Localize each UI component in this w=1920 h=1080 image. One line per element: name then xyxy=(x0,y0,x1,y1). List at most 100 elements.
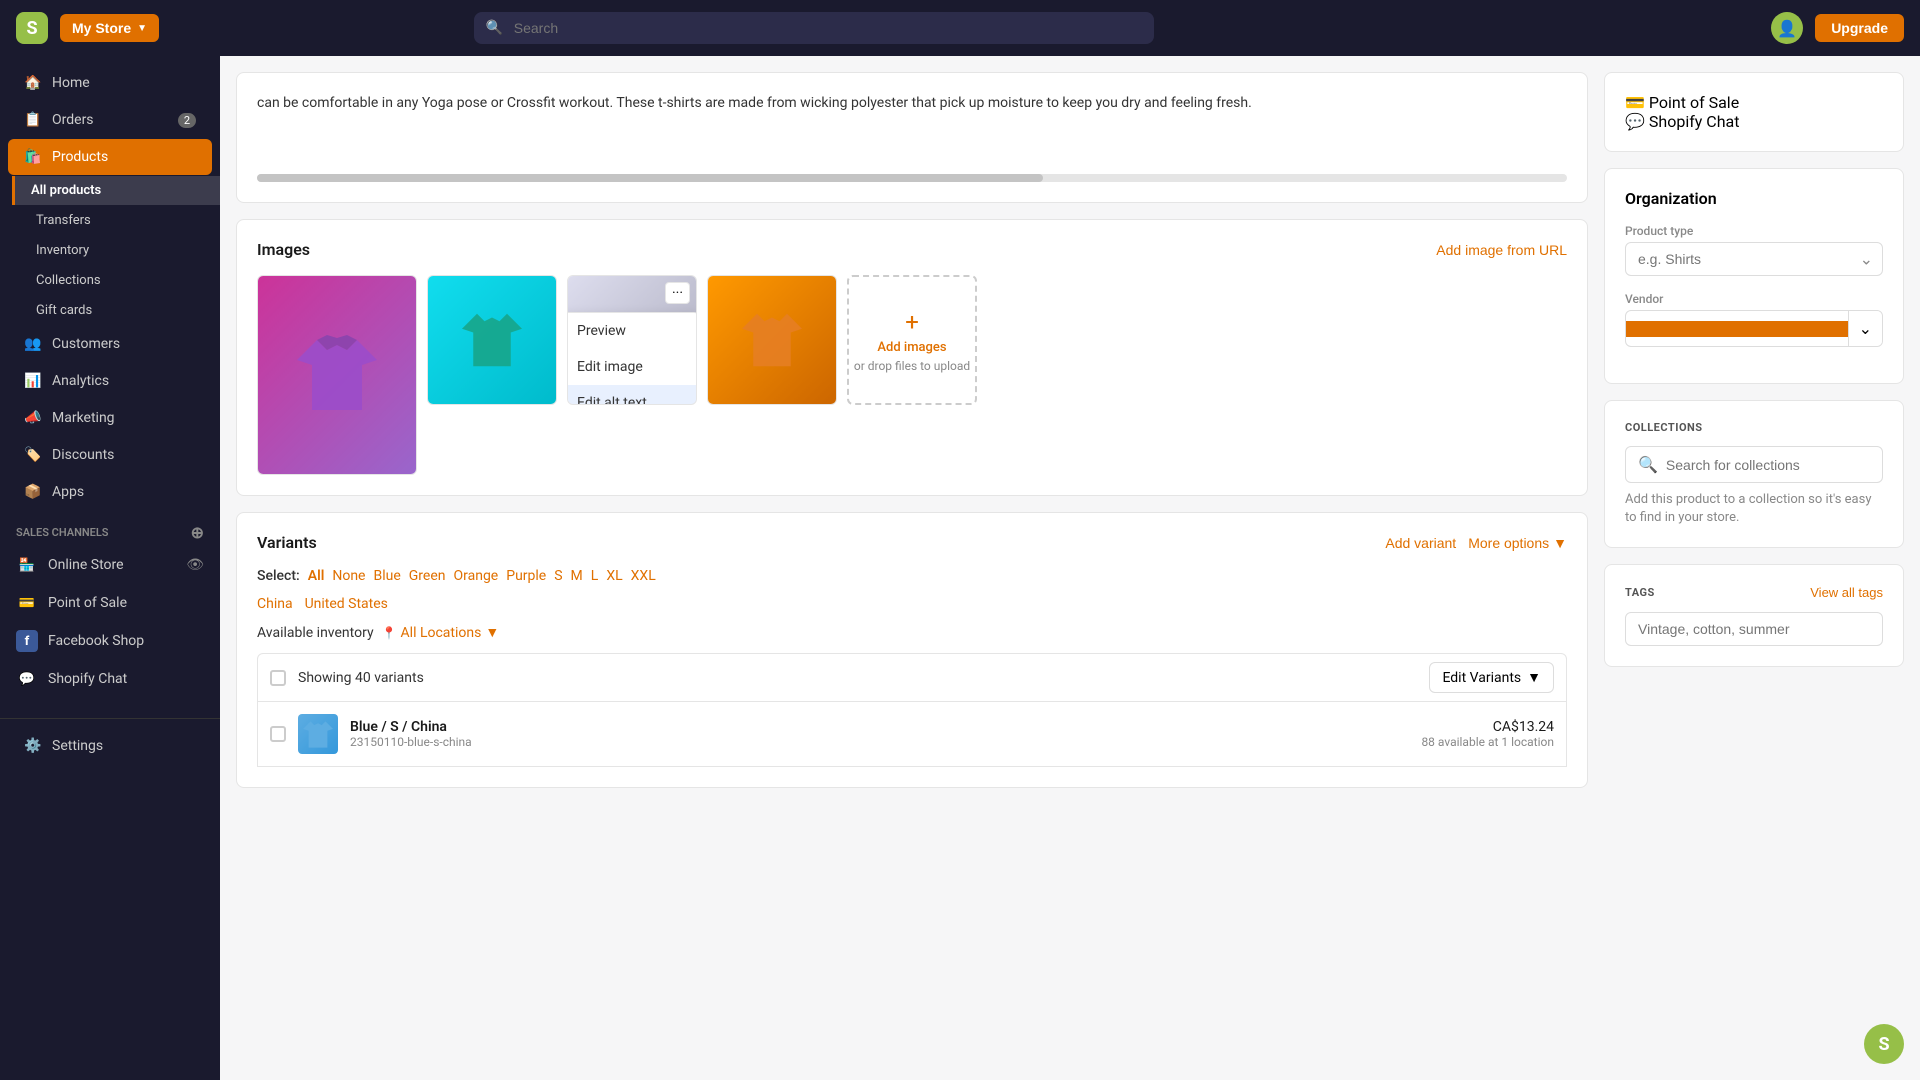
add-images-dropzone[interactable]: + Add images or drop files to upload xyxy=(847,275,977,405)
orders-icon: 📋 xyxy=(24,112,42,128)
sales-channels-section: SALES CHANNELS ⊕ xyxy=(0,511,220,546)
variant-sku: 23150110-blue-s-china xyxy=(350,735,1409,749)
view-all-tags-button[interactable]: View all tags xyxy=(1810,585,1883,600)
upgrade-button[interactable]: Upgrade xyxy=(1815,14,1904,42)
sidebar: 🏠 Home 📋 Orders 2 🛍️ Products All produc… xyxy=(0,56,220,1080)
sidebar-item-inventory[interactable]: Inventory xyxy=(20,236,212,265)
sidebar-item-discounts[interactable]: 🏷️ Discounts xyxy=(8,437,212,473)
scrollbar[interactable] xyxy=(257,174,1567,182)
select-label: Select: xyxy=(257,568,300,584)
channel-label: Point of Sale xyxy=(1649,93,1739,112)
collections-hint: Add this product to a collection so it's… xyxy=(1625,491,1883,527)
product-type-input[interactable] xyxy=(1625,242,1883,276)
select-blue[interactable]: Blue xyxy=(373,568,400,584)
variant-tshirt-icon xyxy=(303,717,333,752)
variant-row-checkbox[interactable] xyxy=(270,726,286,742)
scrollbar-thumb xyxy=(257,174,1043,182)
eye-icon[interactable]: 👁 xyxy=(186,557,204,573)
sidebar-item-orders[interactable]: 📋 Orders 2 xyxy=(8,102,212,138)
sidebar-item-gift-cards[interactable]: Gift cards xyxy=(20,296,212,325)
variant-info: Blue / S / China 23150110-blue-s-china xyxy=(350,719,1409,749)
select-green[interactable]: Green xyxy=(409,568,446,584)
main-layout: 🏠 Home 📋 Orders 2 🛍️ Products All produc… xyxy=(0,56,1920,1080)
home-icon: 🏠 xyxy=(24,75,42,91)
product-type-label: Product type xyxy=(1625,224,1883,238)
select-xxl[interactable]: XXL xyxy=(631,568,656,584)
sidebar-item-customers[interactable]: 👥 Customers xyxy=(8,326,212,362)
avatar-icon: 👤 xyxy=(1777,19,1797,38)
collections-search-input[interactable] xyxy=(1666,457,1870,473)
images-header: Images Add image from URL xyxy=(257,240,1567,259)
select-none[interactable]: None xyxy=(332,568,365,584)
sales-channels-card: 💳 Point of Sale 💬 Shopify Chat xyxy=(1604,72,1904,152)
add-variant-button[interactable]: Add variant xyxy=(1385,535,1456,551)
sidebar-item-collections[interactable]: Collections xyxy=(20,266,212,295)
sidebar-item-home[interactable]: 🏠 Home xyxy=(8,65,212,101)
sidebar-item-facebook-shop[interactable]: f Facebook Shop xyxy=(0,622,220,660)
more-options-button[interactable]: More options ▼ xyxy=(1468,535,1567,551)
sidebar-item-apps[interactable]: 📦 Apps xyxy=(8,474,212,510)
select-l[interactable]: L xyxy=(591,568,599,584)
channel-label: Point of Sale xyxy=(48,595,127,611)
all-locations-chip[interactable]: 📍 All Locations ▼ xyxy=(382,624,500,641)
tags-input[interactable] xyxy=(1625,612,1883,646)
sidebar-item-label: Discounts xyxy=(52,447,114,463)
edit-variants-button[interactable]: Edit Variants ▼ xyxy=(1429,662,1554,693)
sidebar-item-analytics[interactable]: 📊 Analytics xyxy=(8,363,212,399)
country-china[interactable]: China xyxy=(257,596,293,612)
content-area: can be comfortable in any Yoga pose or C… xyxy=(220,56,1920,804)
variant-name: Blue / S / China xyxy=(350,719,1409,735)
search-bar: 🔍 xyxy=(474,12,1154,44)
select-all[interactable]: All xyxy=(308,568,325,584)
sidebar-item-all-products[interactable]: All products xyxy=(12,176,220,205)
select-all-checkbox[interactable] xyxy=(270,670,286,686)
sidebar-item-marketing[interactable]: 📣 Marketing xyxy=(8,400,212,436)
sidebar-item-shopify-chat[interactable]: 💬 Shopify Chat xyxy=(0,660,220,698)
context-menu-edit-alt-text[interactable]: Edit alt text xyxy=(567,385,697,405)
channel-pos: 💳 Point of Sale xyxy=(1625,93,1883,112)
all-locations-label: All Locations xyxy=(401,625,482,641)
orders-badge: 2 xyxy=(178,113,196,128)
variant-image xyxy=(298,714,338,754)
search-input[interactable] xyxy=(474,12,1154,44)
sidebar-item-transfers[interactable]: Transfers xyxy=(20,206,212,235)
products-icon: 🛍️ xyxy=(24,149,42,165)
settings-icon: ⚙️ xyxy=(24,738,42,754)
context-menu-edit-image[interactable]: Edit image xyxy=(567,349,697,385)
context-menu-preview[interactable]: Preview xyxy=(567,313,697,349)
vendor-dropdown-icon[interactable]: ⌄ xyxy=(1848,311,1882,346)
select-orange[interactable]: Orange xyxy=(454,568,499,584)
channel-shopify-chat: 💬 Shopify Chat xyxy=(1625,112,1883,131)
channel-label: Online Store xyxy=(48,557,124,573)
drop-files-label: or drop files to upload xyxy=(854,359,970,373)
sidebar-item-label: Orders xyxy=(52,112,94,128)
sidebar-item-online-store[interactable]: 🏪 Online Store 👁 xyxy=(0,546,220,584)
add-sales-channel-button[interactable]: ⊕ xyxy=(191,523,204,542)
add-images-icon: + xyxy=(905,308,919,336)
collections-section: COLLECTIONS 🔍 Add this product to a coll… xyxy=(1625,421,1883,527)
center-column: can be comfortable in any Yoga pose or C… xyxy=(236,72,1588,788)
image-context-menu-button[interactable]: ··· xyxy=(665,282,690,304)
description-card: can be comfortable in any Yoga pose or C… xyxy=(236,72,1588,203)
select-xl[interactable]: XL xyxy=(606,568,622,584)
select-purple[interactable]: Purple xyxy=(506,568,546,584)
shopify-logo-bottom[interactable]: S xyxy=(1864,1024,1904,1064)
location-pin-icon: 📍 xyxy=(382,626,397,640)
sidebar-item-settings[interactable]: ⚙️ Settings xyxy=(8,728,212,764)
country-row: China United States xyxy=(257,596,1567,612)
add-image-from-url-button[interactable]: Add image from URL xyxy=(1436,242,1567,258)
country-us[interactable]: United States xyxy=(305,596,388,612)
select-s[interactable]: S xyxy=(554,568,562,584)
add-images-label: Add images xyxy=(877,340,946,355)
organization-card: Organization Product type ⌄ Vendor ⌄ xyxy=(1604,168,1904,384)
inventory-label: Inventory xyxy=(36,243,89,258)
image-thumb-orange xyxy=(707,275,837,405)
avatar[interactable]: 👤 xyxy=(1771,12,1803,44)
discounts-icon: 🏷️ xyxy=(24,447,42,463)
images-title: Images xyxy=(257,240,310,259)
apps-icon: 📦 xyxy=(24,484,42,500)
sidebar-item-products[interactable]: 🛍️ Products xyxy=(8,139,212,175)
sidebar-item-point-of-sale[interactable]: 💳 Point of Sale xyxy=(0,584,220,622)
store-selector-button[interactable]: My Store ▼ xyxy=(60,14,159,42)
select-m[interactable]: M xyxy=(571,568,583,584)
